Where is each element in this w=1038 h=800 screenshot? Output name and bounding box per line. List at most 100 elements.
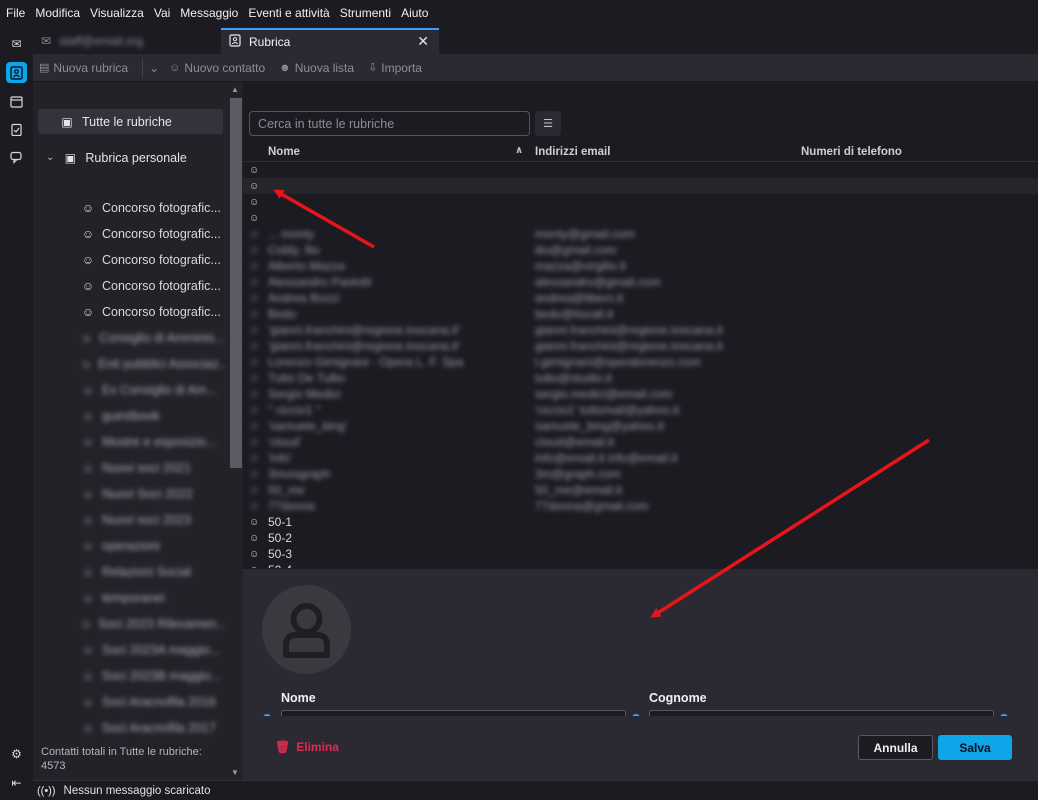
tab-rubrica[interactable]: Rubrica ✕: [221, 28, 439, 54]
delete-button[interactable]: 🗑 Elimina: [275, 740, 339, 754]
table-row[interactable]: ☺ 77donna 77donna@gmail.com: [243, 498, 1038, 514]
import-label: Importa: [381, 60, 422, 75]
sidebar-item-all-books[interactable]: ▣ Tutte le rubriche: [38, 109, 223, 134]
column-phone[interactable]: Numeri di telefono: [801, 146, 902, 158]
contact-email: 77donna@gmail.com: [535, 499, 649, 513]
table-row[interactable]: ☺: [243, 210, 1038, 226]
sidebar-item-list[interactable]: ☺ Concorso fotografic...: [80, 249, 225, 271]
tab-mail[interactable]: ✉ staff@email.org: [33, 28, 219, 54]
column-name[interactable]: Nome: [268, 146, 300, 158]
calendar-icon[interactable]: [6, 91, 27, 112]
menu-file[interactable]: File: [6, 6, 25, 20]
address-book-icon[interactable]: [6, 62, 27, 83]
sidebar-item-list[interactable]: ☺ Concorso fotografic...: [80, 275, 225, 297]
table-row[interactable]: ☺ 50_me 50_me@email.it: [243, 482, 1038, 498]
sidebar-item-list[interactable]: ☺ Soci 2023A maggio...: [80, 639, 225, 661]
sidebar-item-list[interactable]: ☺ Nuovi Soci 2022: [80, 483, 225, 505]
mailing-list-icon: ☺: [81, 305, 95, 319]
contact-icon: ☺: [249, 276, 260, 288]
search-input[interactable]: [249, 111, 530, 136]
sidebar-item-list[interactable]: ☺ Mostre e esposizio...: [80, 431, 225, 453]
sidebar-item-list[interactable]: ☺ Soci Aracnofila 2016: [80, 691, 225, 713]
scroll-down-icon[interactable]: ▼: [231, 768, 239, 777]
table-row[interactable]: ☺ 50-3: [243, 546, 1038, 562]
sidebar-item-label: Mostre e esposizio...: [102, 435, 217, 449]
close-tab-icon[interactable]: ✕: [417, 33, 429, 50]
table-row[interactable]: ☺ Bedo bedo@tiscali.it: [243, 306, 1038, 322]
sidebar-item-list[interactable]: ☺ Concorso fotografic...: [80, 223, 225, 245]
table-row[interactable]: ☺: [243, 194, 1038, 210]
collapse-sidebar-icon[interactable]: ⇤: [6, 772, 27, 793]
new-contact-button[interactable]: ☺ Nuovo contatto: [169, 61, 265, 75]
table-row[interactable]: ☺ 50-4: [243, 562, 1038, 568]
mailing-list-icon: ☺: [81, 643, 95, 657]
contact-icon: ☺: [249, 436, 260, 448]
save-button[interactable]: Salva: [938, 735, 1012, 760]
new-list-button[interactable]: ☻ Nuova lista: [279, 61, 354, 75]
import-button[interactable]: ⇩ Importa: [368, 61, 422, 75]
cancel-button[interactable]: Annulla: [858, 735, 933, 760]
table-row[interactable]: ☺ 3mvisgraph 3m@graph.com: [243, 466, 1038, 482]
sidebar-item-list[interactable]: ☺ operazioni: [80, 535, 225, 557]
table-row[interactable]: ☺ 50-2: [243, 530, 1038, 546]
sidebar-scrollbar[interactable]: ▲ ▼: [229, 82, 243, 780]
sidebar-item-list[interactable]: ☺ Soci Aracnofila 2017: [80, 717, 225, 739]
table-row[interactable]: ☺: [243, 162, 1038, 178]
status-bar: ((•)) Nessun messaggio scaricato: [33, 780, 1038, 800]
sidebar-item-list[interactable]: ☺ Concorso fotografic...: [80, 197, 225, 219]
table-row[interactable]: ☺ Tutto De Tullio tutto@studio.it: [243, 370, 1038, 386]
menu-aiuto[interactable]: Aiuto: [401, 6, 428, 20]
sidebar-item-list[interactable]: ☺ Concorso fotografic...: [80, 301, 225, 323]
chat-icon[interactable]: [6, 147, 27, 168]
sidebar-item-personal-book[interactable]: ⌄ ▣ Rubrica personale: [38, 145, 223, 170]
table-row[interactable]: ☺ 'gianni.franchini@regione.toscana.it' gi…: [243, 322, 1038, 338]
sidebar-item-list[interactable]: ☺ Consiglio di Amminis...: [80, 327, 225, 349]
menu-strumenti[interactable]: Strumenti: [340, 6, 391, 20]
table-row[interactable]: ☺: [243, 178, 1038, 194]
sidebar-item-list[interactable]: ☺ Ex Consiglio di Am...: [80, 379, 225, 401]
sort-ascending-icon[interactable]: ∧: [515, 145, 523, 156]
scrollbar-thumb[interactable]: [230, 98, 242, 468]
connection-status-icon[interactable]: ((•)): [37, 785, 56, 797]
table-row[interactable]: ☺ Cobly, Ilio ilio@gmail.com: [243, 242, 1038, 258]
menu-messaggio[interactable]: Messaggio: [180, 6, 238, 20]
table-row[interactable]: ☺ 50-1: [243, 514, 1038, 530]
sidebar-item-list[interactable]: ☺ Nuovi soci 2021: [80, 457, 225, 479]
table-row[interactable]: ☺ 'cloud' cloud@email.it: [243, 434, 1038, 450]
sort-options-icon[interactable]: ☰: [535, 111, 561, 136]
sidebar-item-list[interactable]: ☺ Soci 2023 Rilevamen...: [80, 613, 225, 635]
sidebar-item-label: Concorso fotografic...: [102, 279, 221, 293]
address-book-add-icon: ▤: [39, 62, 50, 74]
menu-modifica[interactable]: Modifica: [35, 6, 80, 20]
table-row[interactable]: ☺ 'samuele_bing' samuele_bing@yahoo.it: [243, 418, 1038, 434]
settings-gear-icon[interactable]: ⚙: [6, 743, 27, 764]
tasks-icon[interactable]: [6, 119, 27, 140]
table-row[interactable]: ☺ Lorenzo Gimignani - Opera L. F. Spa l.gi…: [243, 354, 1038, 370]
contact-email: gianni.franchini@regione.toscana.it: [535, 323, 723, 337]
table-row[interactable]: ☺ 'info' info@email.it info@email.it: [243, 450, 1038, 466]
sidebar-item-list[interactable]: ☺ Nuovi soci 2023: [80, 509, 225, 531]
scroll-up-icon[interactable]: ▲: [231, 85, 239, 94]
avatar[interactable]: [262, 585, 351, 674]
chevron-down-icon[interactable]: ⌄: [46, 152, 54, 163]
table-row[interactable]: ☺ Andrea Bozzi andrea@libero.it: [243, 290, 1038, 306]
table-row[interactable]: ☺ ... monty monty@gmail.com: [243, 226, 1038, 242]
menu-visualizza[interactable]: Visualizza: [90, 6, 144, 20]
table-row[interactable]: ☺ 'gianni.franchini@regione.toscana.it' gi…: [243, 338, 1038, 354]
chevron-down-icon[interactable]: ⌄: [149, 61, 159, 75]
sidebar-item-list[interactable]: ☺ temporanei: [80, 587, 225, 609]
sidebar-item-list[interactable]: ☺ Enti pubblici Associaz...: [80, 353, 225, 375]
table-row[interactable]: ☺ '' ciccio1 '' 'ciccio1' tuttomail@yahoo.…: [243, 402, 1038, 418]
table-row[interactable]: ☺ Sergio Medici sergio.medici@email.com: [243, 386, 1038, 402]
sidebar-item-list[interactable]: ☺ Relazioni Social: [80, 561, 225, 583]
menu-vai[interactable]: Vai: [154, 6, 170, 20]
column-email[interactable]: Indirizzi email: [535, 146, 610, 158]
new-address-book-button[interactable]: ▤ Nuova rubrica: [39, 61, 128, 75]
sidebar-item-list[interactable]: ☺ Soci 2023B maggio...: [80, 665, 225, 687]
sidebar-item-label: Tutte le rubriche: [82, 114, 172, 129]
mail-icon[interactable]: ✉: [6, 33, 27, 54]
table-row[interactable]: ☺ Alberto Mazza mazza@virgilio.it: [243, 258, 1038, 274]
table-row[interactable]: ☺ Alessandro Paolotti alessandro@gmail.com: [243, 274, 1038, 290]
sidebar-item-list[interactable]: ☺ guestbook: [80, 405, 225, 427]
menu-eventi[interactable]: Eventi e attività: [248, 6, 329, 20]
